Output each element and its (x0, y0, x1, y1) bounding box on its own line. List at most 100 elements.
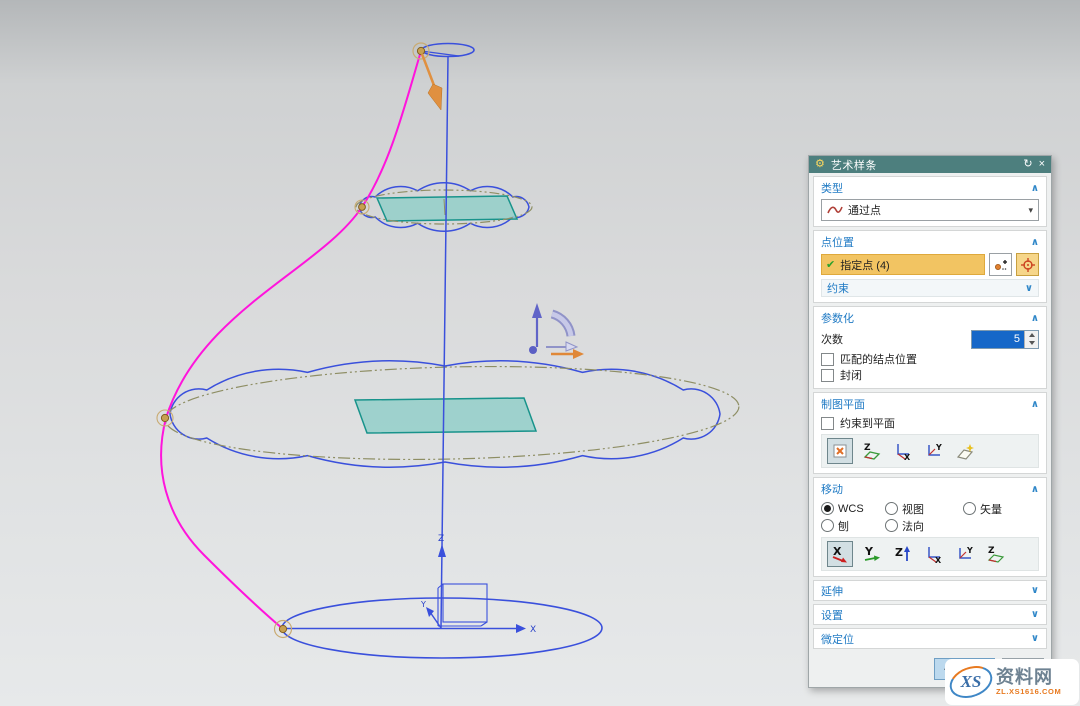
radio-plane[interactable]: 刨 (821, 518, 885, 534)
spinner-up-button[interactable] (1025, 331, 1038, 340)
view-plane-button[interactable] (827, 438, 853, 464)
svg-text:Y: Y (935, 443, 942, 452)
constrain-to-plane-checkbox[interactable] (821, 417, 834, 430)
x-axis-label: X (530, 625, 536, 635)
close-icon[interactable]: × (1039, 159, 1045, 170)
move-z-button[interactable]: Z (891, 542, 915, 566)
move-x-button[interactable]: X (827, 541, 853, 567)
yc-zc-plane-button[interactable]: X (891, 439, 915, 463)
match-knots-checkbox[interactable] (821, 353, 834, 366)
match-knots-checkbox-row[interactable]: 匹配的结点位置 (821, 351, 1039, 367)
xy-plane-icon: Z (986, 544, 1006, 564)
spline-point-1[interactable] (413, 43, 429, 59)
section-point-location-header[interactable]: 点位置 ∧ (821, 234, 1039, 250)
chevron-up-icon[interactable]: ∧ (1031, 313, 1039, 324)
dialog-titlebar[interactable]: ⚙ 艺术样条 ↻ × (809, 156, 1051, 173)
wireframe-box[interactable] (438, 584, 487, 626)
move-xz-plane-button[interactable]: Y (953, 542, 977, 566)
section-drawing-plane: 制图平面 ∧ 约束到平面 Z (813, 392, 1047, 474)
xc-yc-plane-icon: Z (862, 441, 882, 461)
specify-point-field[interactable]: ✔ 指定点 (4) (821, 254, 985, 275)
xc-yc-plane-button[interactable]: Z (860, 439, 884, 463)
wcs-x-axis[interactable]: X (283, 624, 536, 635)
section-settings[interactable]: 设置 ∨ (813, 604, 1047, 625)
radio-plane-label: 刨 (838, 518, 849, 534)
radio-normal[interactable]: 法向 (885, 518, 924, 534)
check-icon: ✔ (826, 258, 835, 271)
section-type-header[interactable]: 类型 ∧ (821, 180, 1039, 196)
type-dropdown-value: 通过点 (848, 202, 881, 218)
svg-text:Z: Z (895, 546, 903, 559)
section-parameterization-label: 参数化 (821, 310, 854, 326)
chevron-up-icon[interactable]: ∧ (1031, 237, 1039, 248)
chevron-up-icon[interactable]: ∧ (1031, 183, 1039, 194)
chevron-down-icon[interactable]: ∨ (1031, 633, 1039, 644)
radio-wcs-circle[interactable] (821, 502, 834, 515)
translate-handle-vertical[interactable] (529, 303, 542, 354)
constrain-to-plane-checkbox-row[interactable]: 约束到平面 (821, 415, 1039, 431)
watermark-logo-text: XS (949, 666, 993, 698)
add-point-button[interactable] (989, 253, 1012, 276)
translate-handle-flat[interactable] (546, 342, 577, 351)
watermark-site-name: 资料网 (996, 668, 1061, 686)
type-dropdown[interactable]: 通过点 ▾ (821, 199, 1039, 221)
point-drag-handle-orange[interactable] (422, 54, 442, 110)
constraint-subsection[interactable]: 约束 ∨ (821, 279, 1039, 297)
section-move-header[interactable]: 移动 ∧ (821, 481, 1039, 497)
datum-sheet-large[interactable] (355, 398, 536, 433)
section-parameterization-header[interactable]: 参数化 ∧ (821, 310, 1039, 326)
point-dialog-button[interactable] (1016, 253, 1039, 276)
chevron-down-icon[interactable]: ∨ (1025, 283, 1033, 294)
reset-icon[interactable]: ↻ (1023, 159, 1032, 170)
move-yz-plane-button[interactable]: X (922, 542, 946, 566)
move-y-button[interactable]: Y (860, 542, 884, 566)
chevron-up-icon[interactable]: ∧ (1031, 484, 1039, 495)
specify-point-label: 指定点 (4) (840, 257, 890, 273)
svg-text:X: X (935, 556, 942, 564)
radio-plane-circle[interactable] (821, 519, 834, 532)
radio-view[interactable]: 视图 (885, 501, 963, 517)
dropdown-arrow-icon: ▾ (1028, 205, 1033, 216)
section-micro-positioning[interactable]: 微定位 ∨ (813, 628, 1047, 649)
section-parameterization: 参数化 ∧ 次数 5 匹配的结点位置 封闭 (813, 306, 1047, 389)
closed-checkbox[interactable] (821, 369, 834, 382)
section-move-label: 移动 (821, 481, 843, 497)
radio-wcs[interactable]: WCS (821, 502, 885, 515)
radio-vector[interactable]: 矢量 (963, 501, 1002, 517)
chevron-up-icon[interactable]: ∧ (1031, 399, 1039, 410)
constrain-to-plane-label: 约束到平面 (840, 415, 895, 431)
spinner-down-button[interactable] (1025, 339, 1038, 348)
svg-text:Y: Y (966, 546, 973, 555)
chevron-down-icon[interactable]: ∨ (1031, 609, 1039, 620)
y-axis-label: Y (420, 600, 426, 609)
svg-text:X: X (833, 545, 842, 558)
radio-normal-circle[interactable] (885, 519, 898, 532)
move-xy-plane-button[interactable]: Z (984, 542, 1008, 566)
rotate-handle-arc[interactable] (552, 314, 571, 336)
radio-view-label: 视图 (902, 501, 924, 517)
section-point-location-label: 点位置 (821, 234, 854, 250)
yz-plane-icon: X (924, 544, 944, 564)
radio-wcs-label: WCS (838, 503, 864, 515)
studio-spline-curve[interactable] (161, 51, 421, 629)
radio-vector-label: 矢量 (980, 501, 1002, 517)
section-drawing-plane-header[interactable]: 制图平面 ∧ (821, 396, 1039, 412)
spline-through-points-icon (827, 204, 843, 216)
section-extension[interactable]: 延伸 ∨ (813, 580, 1047, 601)
specify-plane-button[interactable] (953, 439, 977, 463)
closed-checkbox-row[interactable]: 封闭 (821, 367, 1039, 383)
nx-modeling-viewport: Z X Y (0, 0, 1080, 706)
chevron-down-icon[interactable]: ∨ (1031, 585, 1039, 596)
xc-zc-plane-button[interactable]: Y (922, 439, 946, 463)
wcs-z-axis[interactable]: Z (438, 534, 446, 557)
z-axis-label: Z (438, 534, 444, 544)
radio-vector-circle[interactable] (963, 502, 976, 515)
watermark-logo-icon: XS (949, 666, 993, 698)
radio-view-circle[interactable] (885, 502, 898, 515)
degree-value[interactable]: 5 (972, 331, 1024, 348)
drawing-plane-toolbar: Z X Y (821, 434, 1039, 468)
spline-point-2[interactable] (355, 200, 369, 214)
studio-spline-dialog: ⚙ 艺术样条 ↻ × 类型 ∧ 通过点 ▾ 点位置 ∧ (808, 155, 1052, 688)
watermark-site-url: ZL.XS1616.COM (996, 688, 1061, 696)
degree-spinner[interactable]: 5 (971, 330, 1039, 349)
